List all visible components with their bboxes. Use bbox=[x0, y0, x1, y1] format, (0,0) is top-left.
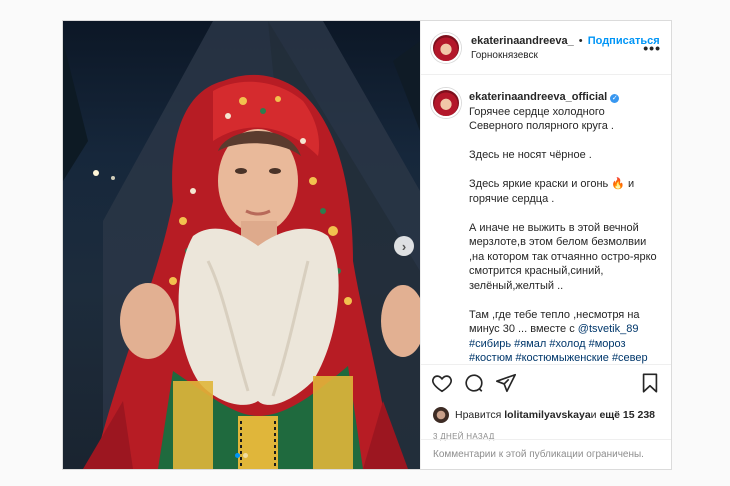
likes-middle: и bbox=[590, 409, 597, 421]
carousel-dot-2 bbox=[243, 453, 248, 458]
photo-illustration bbox=[63, 21, 420, 469]
caption-paragraph-3: Здесь яркие краски и огонь 🔥 и горячие с… bbox=[469, 178, 635, 205]
likes-summary: Нравится lolitamilyavskaya и ещё 15 238 bbox=[433, 407, 655, 423]
post-header: ekaterinaandreeva_ • Подписаться Горнокн… bbox=[421, 21, 671, 75]
post-location[interactable]: Горнокнязевск bbox=[471, 50, 643, 61]
post-sidebar: ekaterinaandreeva_ • Подписаться Горнокн… bbox=[420, 21, 671, 469]
likes-count[interactable]: ещё 15 238 bbox=[599, 409, 655, 421]
caption-paragraph-2: Здесь не носят чёрное . bbox=[469, 149, 592, 161]
caption-paragraph-1: Горячее сердце холодного Северного поляр… bbox=[469, 105, 614, 133]
post-card: › ekaterinaandreeva_ • Подписаться Горно… bbox=[62, 20, 672, 470]
liker-avatar[interactable] bbox=[433, 407, 449, 423]
heart-icon[interactable] bbox=[431, 372, 453, 394]
likes-prefix: Нравится bbox=[455, 409, 502, 421]
chevron-right-icon: › bbox=[401, 238, 407, 254]
post-photo[interactable]: › bbox=[63, 21, 420, 469]
hashtags-line-1[interactable]: #сибирь #ямал #холод #мороз bbox=[469, 338, 626, 350]
caption-avatar[interactable] bbox=[431, 88, 461, 118]
mention-link[interactable]: @tsvetik_89 bbox=[578, 323, 639, 335]
author-username[interactable]: ekaterinaandreeva_ bbox=[471, 35, 574, 47]
liker-username[interactable]: lolitamilyavskaya bbox=[504, 409, 590, 421]
more-options-icon[interactable]: ••• bbox=[643, 40, 661, 56]
share-icon[interactable] bbox=[495, 372, 517, 394]
comments-disabled-notice: Комментарии к этой публикации ограничены… bbox=[421, 439, 671, 469]
next-photo-button[interactable]: › bbox=[394, 236, 414, 256]
caption-username[interactable]: ekaterinaandreeva_official bbox=[469, 91, 607, 103]
bookmark-icon[interactable] bbox=[639, 372, 661, 394]
hashtags-line-2[interactable]: #костюм #костюмыженские #север bbox=[469, 352, 648, 364]
caption-area: ekaterinaandreeva_official ✓ Горячее сер… bbox=[421, 76, 671, 376]
caption-paragraph-4: А иначе не выжить в этой вечной мерзлоте… bbox=[469, 221, 657, 292]
separator: • bbox=[578, 34, 583, 47]
action-bar bbox=[421, 364, 671, 400]
comment-icon[interactable] bbox=[463, 372, 485, 394]
carousel-dot-1 bbox=[235, 453, 240, 458]
carousel-indicator bbox=[235, 453, 248, 458]
author-avatar[interactable] bbox=[431, 32, 461, 63]
verified-badge-icon: ✓ bbox=[610, 94, 620, 103]
caption-text: ekaterinaandreeva_official ✓ Горячее сер… bbox=[469, 90, 661, 376]
